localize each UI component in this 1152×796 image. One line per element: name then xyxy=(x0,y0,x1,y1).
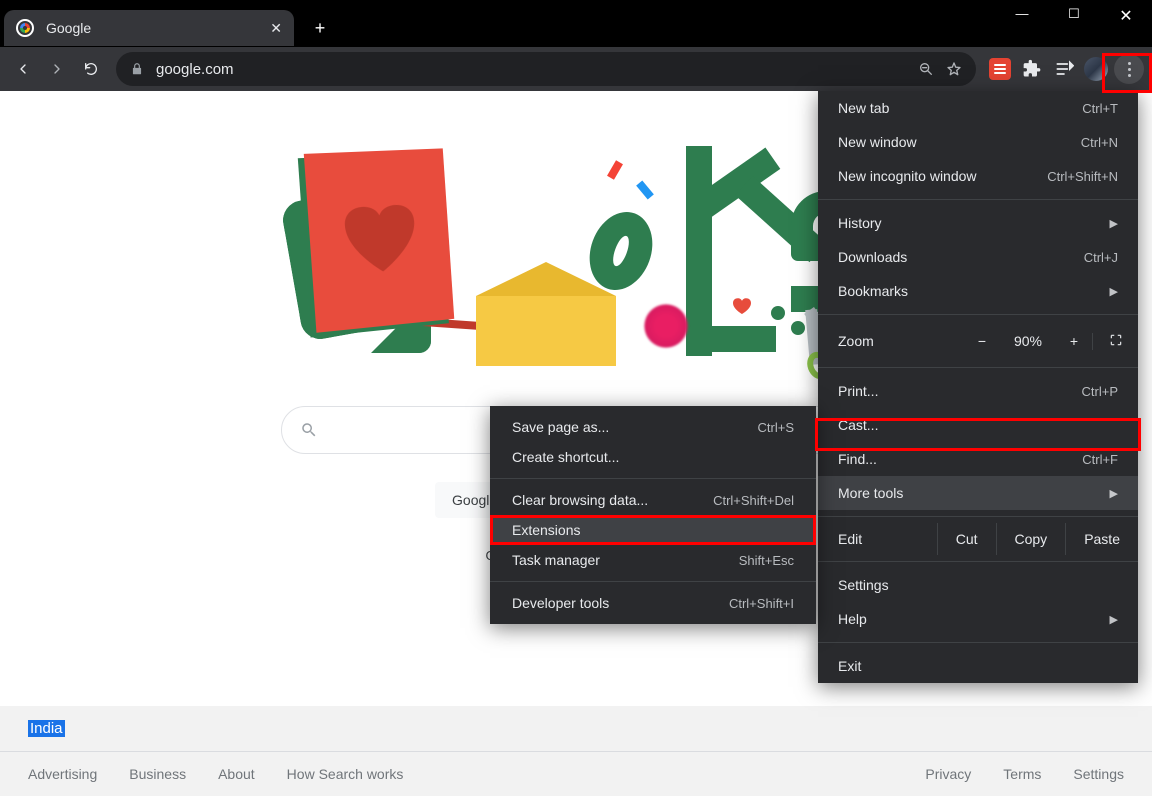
footer-how-search-works[interactable]: How Search works xyxy=(287,766,404,782)
bookmark-star-icon[interactable] xyxy=(946,61,962,77)
zoom-out-icon[interactable] xyxy=(918,61,934,77)
fullscreen-button[interactable] xyxy=(1092,333,1138,350)
toolbar: google.com xyxy=(0,47,1152,91)
footer-advertising[interactable]: Advertising xyxy=(28,766,97,782)
menu-incognito[interactable]: New incognito windowCtrl+Shift+N xyxy=(818,159,1138,193)
menu-bookmarks[interactable]: Bookmarks▶ xyxy=(818,274,1138,308)
google-favicon xyxy=(16,19,34,37)
submenu-extensions[interactable]: Extensions xyxy=(490,515,816,545)
zoom-plus[interactable]: + xyxy=(1056,327,1092,355)
footer-settings[interactable]: Settings xyxy=(1073,766,1124,782)
menu-more-tools[interactable]: More tools▶ xyxy=(818,476,1138,510)
reload-button[interactable] xyxy=(76,54,106,84)
lock-icon xyxy=(130,62,144,76)
submenu-task-manager[interactable]: Task managerShift+Esc xyxy=(490,545,816,575)
tab-title: Google xyxy=(46,20,270,36)
submenu-save-page[interactable]: Save page as...Ctrl+S xyxy=(490,412,816,442)
media-control-icon[interactable] xyxy=(1050,55,1078,83)
minimize-button[interactable]: — xyxy=(1008,6,1036,26)
browser-tab[interactable]: Google ✕ xyxy=(4,10,294,46)
menu-settings[interactable]: Settings xyxy=(818,568,1138,602)
address-bar[interactable]: google.com xyxy=(116,52,976,86)
menu-downloads[interactable]: DownloadsCtrl+J xyxy=(818,240,1138,274)
profile-avatar[interactable] xyxy=(1082,55,1110,83)
menu-help[interactable]: Help▶ xyxy=(818,602,1138,636)
search-icon xyxy=(300,421,318,439)
url-text: google.com xyxy=(156,61,234,78)
google-doodle[interactable] xyxy=(311,151,841,376)
submenu-clear-data[interactable]: Clear browsing data...Ctrl+Shift+Del xyxy=(490,485,816,515)
menu-copy[interactable]: Copy xyxy=(996,523,1066,555)
menu-print[interactable]: Print...Ctrl+P xyxy=(818,374,1138,408)
menu-new-tab[interactable]: New tabCtrl+T xyxy=(818,91,1138,125)
footer-privacy[interactable]: Privacy xyxy=(925,766,971,782)
zoom-value: 90% xyxy=(1000,333,1056,349)
new-tab-button[interactable]: + xyxy=(306,14,334,42)
menu-zoom: Zoom − 90% + xyxy=(818,321,1138,361)
menu-cast[interactable]: Cast... xyxy=(818,408,1138,442)
menu-cut[interactable]: Cut xyxy=(937,523,996,555)
extensions-puzzle-icon[interactable] xyxy=(1018,55,1046,83)
zoom-minus[interactable]: − xyxy=(964,327,1000,355)
chrome-menu-button[interactable] xyxy=(1114,54,1144,84)
more-tools-submenu: Save page as...Ctrl+S Create shortcut...… xyxy=(490,406,816,624)
menu-paste[interactable]: Paste xyxy=(1065,523,1138,555)
todoist-extension-icon[interactable] xyxy=(986,55,1014,83)
tab-close-button[interactable]: ✕ xyxy=(270,20,282,37)
footer-terms[interactable]: Terms xyxy=(1003,766,1041,782)
menu-new-window[interactable]: New windowCtrl+N xyxy=(818,125,1138,159)
maximize-button[interactable]: ☐ xyxy=(1060,6,1088,26)
submenu-dev-tools[interactable]: Developer toolsCtrl+Shift+I xyxy=(490,588,816,618)
menu-exit[interactable]: Exit xyxy=(818,649,1138,683)
close-button[interactable]: ✕ xyxy=(1112,6,1140,26)
menu-history[interactable]: History▶ xyxy=(818,206,1138,240)
menu-edit-row: Edit Cut Copy Paste xyxy=(818,523,1138,555)
footer-business[interactable]: Business xyxy=(129,766,186,782)
chrome-main-menu: New tabCtrl+T New windowCtrl+N New incog… xyxy=(818,91,1138,683)
footer-about[interactable]: About xyxy=(218,766,255,782)
forward-button xyxy=(42,54,72,84)
submenu-create-shortcut[interactable]: Create shortcut... xyxy=(490,442,816,472)
menu-find[interactable]: Find...Ctrl+F xyxy=(818,442,1138,476)
footer-country: India xyxy=(0,706,1152,752)
back-button[interactable] xyxy=(8,54,38,84)
